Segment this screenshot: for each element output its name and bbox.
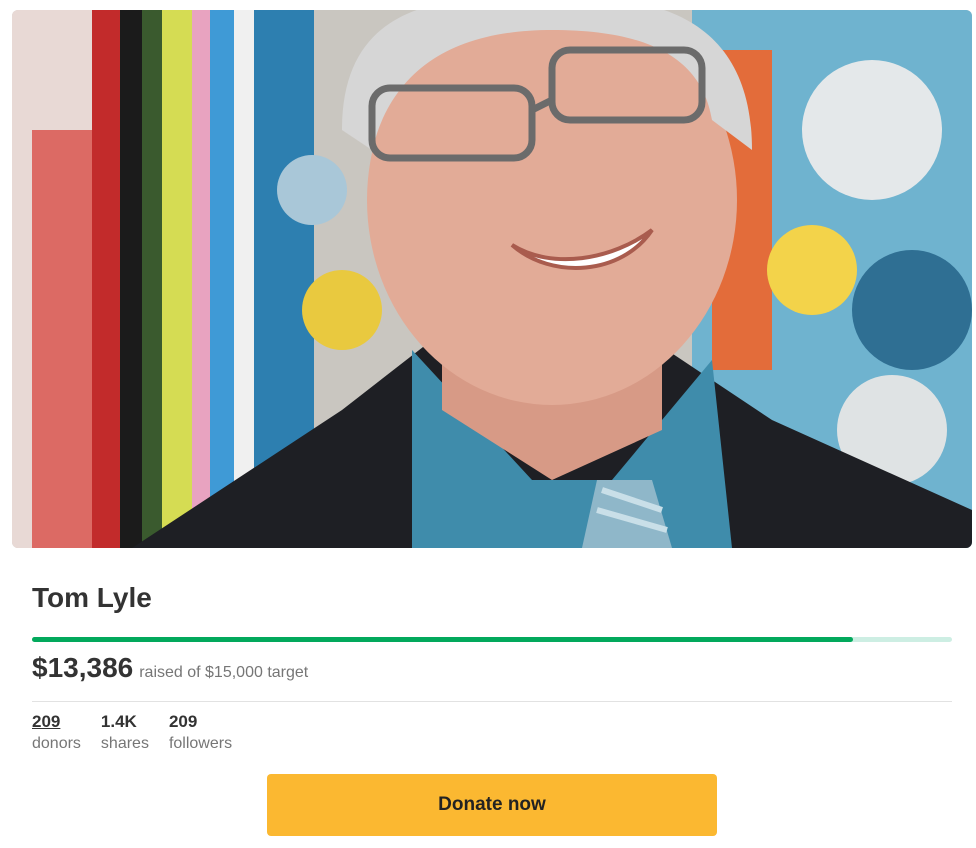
followers-count: 209 — [168, 712, 198, 731]
campaign-card: Tom Lyle $13,386 raised of $15,000 targe… — [0, 0, 976, 848]
donors-count[interactable]: 209 — [32, 711, 81, 733]
portrait-image — [12, 10, 972, 548]
shares-label: shares — [100, 735, 149, 752]
followers-label: followers — [168, 735, 233, 752]
donate-button[interactable]: Donate now — [267, 774, 717, 836]
donors-label: donors — [32, 735, 81, 752]
stat-followers: 209 followers — [169, 711, 232, 755]
stat-donors[interactable]: 209 donors — [32, 711, 81, 755]
progress-bar — [32, 637, 952, 642]
target-text: raised of $15,000 target — [139, 664, 309, 681]
stat-shares: 1.4K shares — [101, 711, 149, 755]
shares-count: 1.4K — [100, 712, 137, 731]
amount-row: $13,386 raised of $15,000 target — [32, 652, 308, 684]
campaign-photo — [12, 10, 972, 548]
progress-bar-fill — [32, 637, 853, 642]
campaign-title: Tom Lyle — [32, 582, 152, 613]
campaign-stats: 209 donors 1.4K shares 209 followers — [32, 711, 232, 755]
divider — [32, 701, 952, 702]
amount-raised: $13,386 — [32, 652, 134, 683]
